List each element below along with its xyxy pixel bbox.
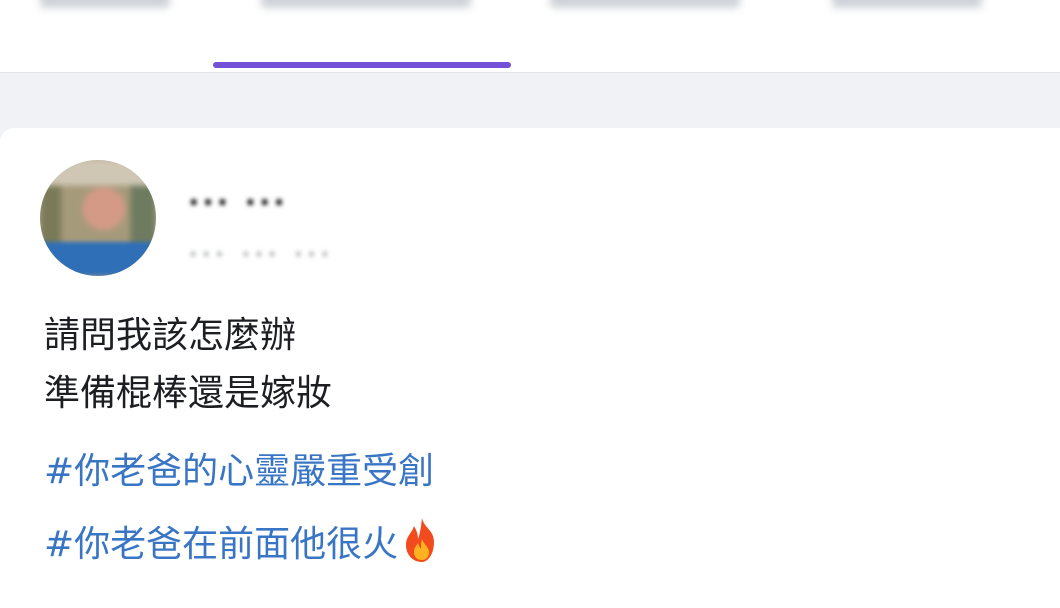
author-name[interactable]: ... ...: [188, 178, 288, 213]
tab-3-label: [550, 0, 740, 8]
avatar[interactable]: [40, 160, 156, 276]
hashtag-link-2[interactable]: #你老爸在前面他很火: [44, 515, 444, 567]
post-line-1: 請問我該怎麼辦: [44, 315, 297, 356]
tab-1[interactable]: [30, 0, 190, 72]
active-tab-indicator: [213, 62, 511, 68]
tab-3[interactable]: [540, 0, 770, 72]
fire-icon: [406, 518, 435, 562]
tab-2-label: [261, 0, 471, 8]
post-line-2: 準備棍棒還是嫁妝: [44, 373, 333, 414]
tab-1-label: [40, 0, 170, 8]
avatar-shirt: [40, 242, 156, 276]
tab-4[interactable]: [820, 0, 1000, 72]
hashtag-link-2-label: #你老爸在前面他很火: [44, 524, 399, 565]
tab-4-label: [832, 0, 982, 8]
post-timestamp: ... ... ...: [188, 226, 333, 264]
hashtag-link-1[interactable]: #你老爸的心靈嚴重受創: [44, 442, 434, 494]
tab-bar: [0, 0, 1060, 73]
